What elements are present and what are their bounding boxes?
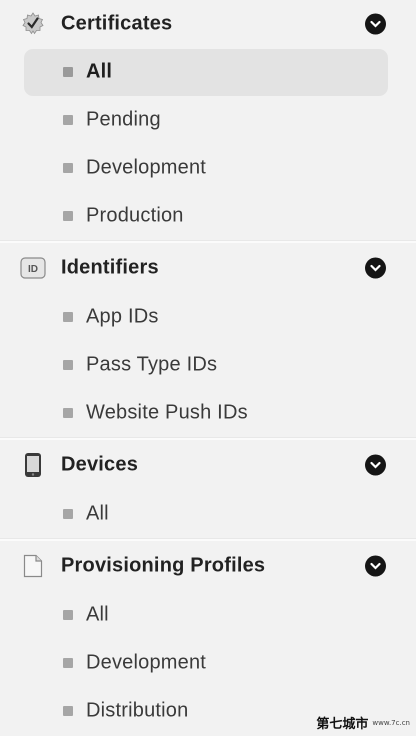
sidebar-item-label: Distribution bbox=[86, 699, 189, 722]
section-title-certificates: Certificates bbox=[61, 12, 173, 35]
sidebar-item-website-push-ids[interactable]: Website Push IDs bbox=[0, 389, 416, 437]
sidebar-item-certificates-production[interactable]: Production bbox=[0, 192, 416, 240]
section-provisioning-profiles: Provisioning Profiles All Development Di… bbox=[0, 541, 416, 735]
bullet-icon bbox=[63, 610, 73, 620]
bullet-icon bbox=[63, 67, 73, 77]
sidebar-item-devices-all[interactable]: All bbox=[0, 490, 416, 538]
id-badge-icon: ID bbox=[20, 255, 46, 281]
sidebar-item-label: Development bbox=[86, 651, 207, 674]
section-title-provisioning-profiles: Provisioning Profiles bbox=[61, 554, 266, 577]
sidebar: Certificates All Pending Development Pro… bbox=[0, 0, 416, 736]
document-icon bbox=[20, 553, 46, 579]
sidebar-item-label: All bbox=[86, 603, 109, 626]
bullet-icon bbox=[63, 360, 73, 370]
section-title-identifiers: Identifiers bbox=[61, 256, 159, 279]
sidebar-item-app-ids[interactable]: App IDs bbox=[0, 293, 416, 341]
chevron-down-icon[interactable] bbox=[365, 454, 386, 476]
sidebar-item-label: Pass Type IDs bbox=[86, 353, 218, 376]
sidebar-item-profiles-development[interactable]: Development bbox=[0, 639, 416, 687]
bullet-icon bbox=[63, 163, 73, 173]
bullet-icon bbox=[63, 211, 73, 221]
chevron-down-icon[interactable] bbox=[365, 13, 386, 35]
id-badge-text: ID bbox=[28, 264, 38, 275]
sidebar-item-label: Pending bbox=[86, 108, 161, 131]
watermark: 第七城市 www.7c.cn bbox=[316, 713, 410, 732]
bullet-icon bbox=[63, 658, 73, 668]
section-identifiers: ID Identifiers App IDs Pass Type IDs Web… bbox=[0, 243, 416, 437]
section-devices: Devices All bbox=[0, 440, 416, 538]
sidebar-item-pass-type-ids[interactable]: Pass Type IDs bbox=[0, 341, 416, 389]
sidebar-item-certificates-pending[interactable]: Pending bbox=[0, 96, 416, 144]
bullet-icon bbox=[63, 312, 73, 322]
bullet-icon bbox=[63, 115, 73, 125]
device-phone-icon bbox=[20, 452, 46, 478]
sidebar-item-certificates-development[interactable]: Development bbox=[0, 144, 416, 192]
section-header-devices[interactable]: Devices bbox=[0, 440, 416, 490]
sidebar-item-label: Website Push IDs bbox=[86, 401, 248, 424]
section-header-certificates[interactable]: Certificates bbox=[0, 0, 416, 48]
certificate-seal-icon bbox=[20, 11, 46, 37]
watermark-chinese-text: 第七城市 bbox=[316, 717, 369, 732]
watermark-url-text: www.7c.cn bbox=[372, 718, 410, 727]
bullet-icon bbox=[63, 408, 73, 418]
bullet-icon bbox=[63, 509, 73, 519]
chevron-down-icon[interactable] bbox=[365, 257, 386, 279]
section-certificates: Certificates All Pending Development Pro… bbox=[0, 0, 416, 240]
section-title-devices: Devices bbox=[61, 453, 139, 476]
sidebar-item-profiles-all[interactable]: All bbox=[0, 591, 416, 639]
sidebar-item-certificates-all[interactable]: All bbox=[0, 48, 416, 96]
bullet-icon bbox=[63, 706, 73, 716]
section-header-identifiers[interactable]: ID Identifiers bbox=[0, 243, 416, 293]
section-header-provisioning-profiles[interactable]: Provisioning Profiles bbox=[0, 541, 416, 591]
sidebar-item-label: Production bbox=[86, 204, 184, 227]
sidebar-item-label: App IDs bbox=[86, 305, 159, 328]
sidebar-item-label: Development bbox=[86, 156, 207, 179]
chevron-down-icon[interactable] bbox=[365, 555, 386, 577]
sidebar-item-label: All bbox=[86, 60, 113, 83]
sidebar-item-label: All bbox=[86, 502, 109, 525]
